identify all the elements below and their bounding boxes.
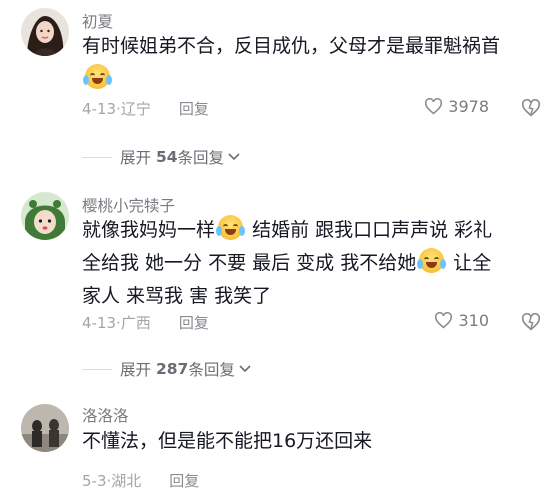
avatar[interactable] [21,192,69,240]
comment-text-part: 让全 [453,252,492,274]
expand-count: 54 [155,148,178,166]
comment-location: 湖北 [111,472,142,490]
comment-meta: 5-3·湖北 回复 [82,472,200,490]
comment-date: 4-13 [82,314,117,332]
dislike-icon[interactable] [521,313,541,331]
heart-icon [425,98,443,115]
reply-button[interactable]: 回复 [179,100,209,118]
username[interactable]: 洛洛洛 [82,404,129,426]
expand-label: 展开 [120,361,152,379]
divider-line [82,368,112,370]
avatar[interactable] [21,404,69,452]
comment-text: 不懂法，但是能不能把16万还回来 [82,425,537,458]
avatar[interactable] [21,8,69,56]
comment-text-part: 就像我妈妈一样 [82,219,216,241]
crying-laughing-emoji-icon [216,215,246,240]
divider-line [82,156,112,158]
expand-count: 287 [155,360,189,378]
comment-date: 5-3 [82,472,107,490]
reply-button[interactable]: 回复 [179,314,209,332]
like-button[interactable]: 310 [434,311,489,330]
like-count: 310 [458,311,489,330]
comment-meta: 4-13·辽宁 回复 [82,100,209,118]
crying-laughing-emoji-icon [417,248,447,273]
comment-location: 广西 [120,314,151,332]
comment-text-part: 有时候姐弟不合，反目成仇，父母才是最罪魁祸首 [82,35,501,57]
heart-icon [435,312,453,329]
username[interactable]: 初夏 [82,10,113,32]
crying-laughing-emoji-icon [83,64,112,89]
expand-suffix: 条回复 [188,361,235,379]
expand-replies-button[interactable]: 展开 54 条回复 [82,146,240,168]
comment-text-part: 全给我 她一分 不要 最后 变成 我不给她 [82,252,417,274]
comment-text: 有时候姐弟不合，反目成仇，父母才是最罪魁祸首 [82,30,537,96]
expand-replies-button[interactable]: 展开 287 条回复 [82,358,251,380]
comment-text-part: 不懂法，但是能不能把16万还回来 [82,430,373,452]
comment-date: 4-13 [82,100,117,118]
expand-suffix: 条回复 [177,149,225,167]
comment-text-part: 家人 来骂我 害 我笑了 [82,285,272,307]
comment-meta: 4-13·广西 回复 [82,314,209,332]
chevron-down-icon [239,365,251,373]
chevron-down-icon [228,153,240,161]
username[interactable]: 樱桃小完犊子 [82,194,175,216]
dislike-icon[interactable] [521,99,541,117]
like-count: 3978 [448,97,489,116]
comment-location: 辽宁 [120,100,151,118]
comment-text-part: 结婚前 跟我口口声声说 彩礼 [252,219,493,241]
expand-label: 展开 [120,149,152,167]
reply-button[interactable]: 回复 [169,472,199,490]
like-button[interactable]: 3978 [424,97,489,116]
comment-text: 就像我妈妈一样 结婚前 跟我口口声声说 彩礼 全给我 她一分 不要 最后 变成 … [82,214,537,313]
